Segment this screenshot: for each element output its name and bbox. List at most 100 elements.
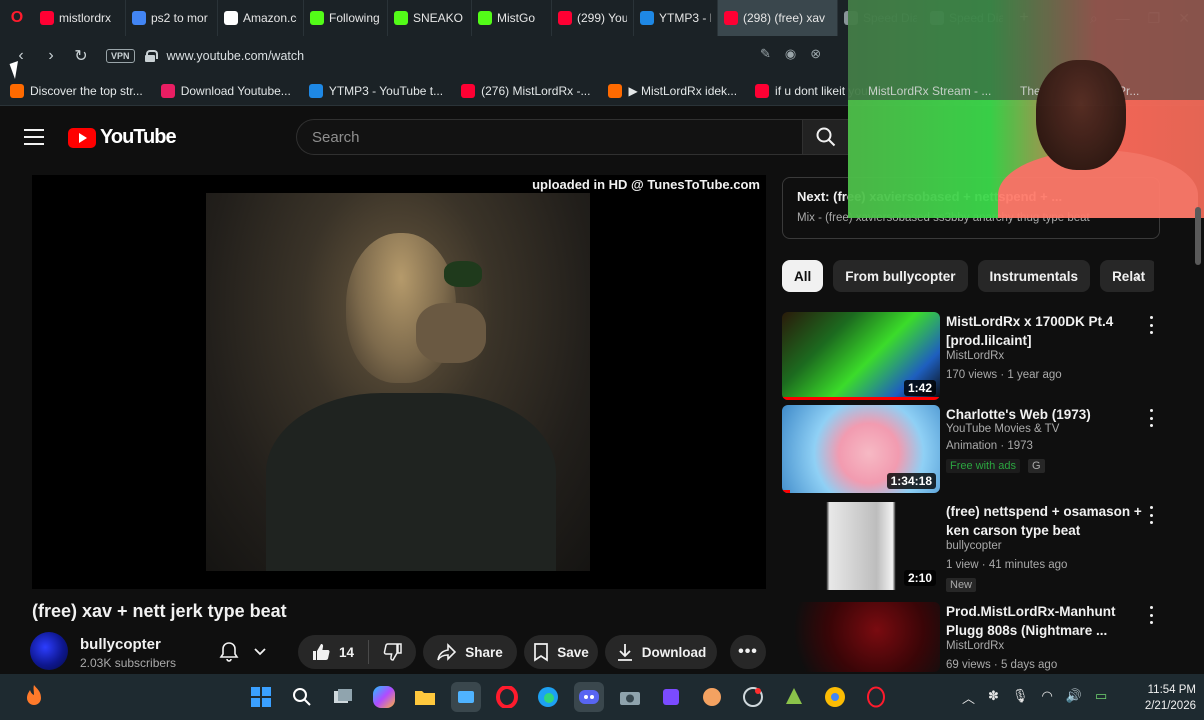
recommendation-item[interactable]: 1:42 MistLordRx x 1700DK Pt.4 [prod.lilca… [782,312,1162,404]
bookmark-item[interactable]: ▶ MistLordRx idek... [608,83,737,98]
opera-taskbar-icon[interactable] [492,682,522,712]
bookmark-item[interactable]: Discover the top str... [10,83,143,98]
lime-app-icon[interactable] [779,682,809,712]
reload-button[interactable]: ↻ [66,41,96,71]
recommendation-title[interactable]: (free) nettspend + osamason + ken carson… [946,502,1142,540]
bookmark-item[interactable]: (276) MistLordRx -... [461,83,590,98]
task-view-icon[interactable] [328,682,358,712]
like-icon[interactable] [311,642,331,662]
tab-favicon-icon [640,11,654,25]
address-bar-actions: ✎ ◉ ⊗ [760,46,821,62]
battery-icon[interactable]: ▭ [1095,688,1107,707]
recommendation-channel[interactable]: MistLordRx [946,640,1004,652]
opera-gx-icon[interactable] [861,682,891,712]
browser-tab[interactable]: YTMP3 - Fr [634,0,718,36]
lock-icon[interactable] [144,50,158,62]
recommendation-thumbnail[interactable]: 1:34:18 [782,405,940,493]
wifi-icon[interactable]: ◠ [1041,688,1052,707]
vpn-badge[interactable]: VPN [106,49,135,63]
game-app-icon[interactable] [697,682,727,712]
browser-tab[interactable]: SNEAKO St [388,0,472,36]
camera-app-icon[interactable] [615,682,645,712]
tray-overflow-icon[interactable]: ︿ [962,688,975,707]
dislike-icon[interactable] [383,642,403,662]
recommendation-item[interactable]: Prod.MistLordRx-Manhunt Plugg 808s (Nigh… [782,602,1162,672]
browser-tab[interactable]: (298) (free) xav [718,0,838,36]
start-button[interactable] [246,682,276,712]
discord-icon[interactable] [574,682,604,712]
browser-tab-label: Following [329,11,380,25]
chevron-right-icon[interactable]: › [1126,264,1150,288]
volume-icon[interactable]: 🔊 [1066,688,1082,707]
shield-icon[interactable]: ⊗ [810,46,821,62]
share-button[interactable]: Share [423,635,517,669]
bookmark-item[interactable]: Download Youtube... [160,83,291,98]
bookmark-item[interactable]: YTMP3 - YouTube t... [308,83,443,98]
forward-button[interactable]: › [36,41,66,71]
browser-tab[interactable]: Amazon.co [218,0,304,36]
recommendation-item[interactable]: 1:34:18 Charlotte's Web (1973) YouTube Mov… [782,405,1162,497]
recommendation-channel[interactable]: MistLordRx [946,350,1004,362]
recommendation-item[interactable]: 2:10 (free) nettspend + osamason + ken ca… [782,502,1162,594]
more-vertical-icon[interactable] [1146,606,1156,624]
download-button[interactable]: Download [605,635,717,669]
filter-chips: All From bullycopter Instrumentals Relat [782,260,1154,292]
more-vertical-icon[interactable] [1146,506,1156,524]
recommendation-channel[interactable]: YouTube Movies & TV [946,423,1059,435]
page-scrollbar[interactable] [1192,167,1204,673]
filter-chip[interactable]: Instrumentals [977,260,1091,292]
scrollbar-thumb[interactable] [1195,207,1201,265]
browser-tab[interactable]: mistlordrx [34,0,126,36]
channel-avatar[interactable] [30,632,68,670]
bookmark-favicon-icon [10,83,24,98]
opera-logo-icon[interactable]: O [0,0,34,36]
recommendation-title[interactable]: MistLordRx x 1700DK Pt.4 [prod.lilcaint] [946,312,1142,350]
chrome-icon[interactable] [820,682,850,712]
browser-tab[interactable]: MistGo [472,0,552,36]
video-bottle [444,261,482,287]
tray-app-icon[interactable]: ✽ [988,688,999,707]
url-field[interactable]: www.youtube.com/watch [167,49,305,63]
bookmark-favicon-icon [608,83,623,98]
recommendation-thumbnail[interactable] [782,602,940,672]
search-input[interactable]: Search [296,119,802,155]
save-button[interactable]: Save [524,635,598,669]
more-vertical-icon[interactable] [1146,409,1156,427]
widgets-icon[interactable] [20,682,48,712]
filter-chip[interactable]: From bullycopter [833,260,968,292]
video-player[interactable]: uploaded in HD @ TunesToTube.com [32,175,766,589]
recommendation-thumbnail[interactable]: 1:42 [782,312,940,400]
hamburger-menu-icon[interactable] [24,129,44,145]
player-watermark: uploaded in HD @ TunesToTube.com [532,177,760,192]
more-actions-button[interactable]: ••• [730,635,766,669]
browser-tab[interactable]: Following [304,0,388,36]
file-explorer-icon[interactable] [410,682,440,712]
browser-tab[interactable]: (299) YouT [552,0,634,36]
media-app-icon[interactable] [656,682,686,712]
filter-chip[interactable]: All [782,260,824,292]
browser-tab[interactable]: ps2 to mor [126,0,218,36]
edge-icon[interactable] [533,682,563,712]
search-taskbar-icon[interactable] [287,682,317,712]
copilot-icon[interactable] [373,686,395,708]
like-count[interactable]: 14 [339,645,354,660]
edit-icon[interactable]: ✎ [760,46,771,62]
subscribed-bell-button[interactable] [198,636,288,668]
microphone-icon[interactable]: 🎙 [1012,688,1029,707]
browser-tab-label: (298) (free) xav [743,11,826,25]
more-vertical-icon[interactable] [1146,316,1156,334]
search-icon [816,127,836,147]
snipping-tool-icon[interactable] [451,682,481,712]
recommendation-title[interactable]: Charlotte's Web (1973) [946,405,1142,424]
steam-icon[interactable] [738,682,768,712]
clock[interactable]: 11:54 PM 2/21/2026 [1120,682,1196,714]
recommendation-title[interactable]: Prod.MistLordRx-Manhunt Plugg 808s (Nigh… [946,602,1142,640]
youtube-logo[interactable]: YouTube [68,126,177,149]
channel-name[interactable]: bullycopter [80,636,161,653]
recommendation-channel[interactable]: bullycopter [946,540,1002,552]
recommendation-thumbnail[interactable]: 2:10 [782,502,940,590]
search-button[interactable] [802,119,850,155]
new-badge: New [946,578,977,592]
camera-icon[interactable]: ◉ [785,46,796,62]
channel-row: bullycopter 2.03K subscribers 14 Share S… [30,630,770,674]
